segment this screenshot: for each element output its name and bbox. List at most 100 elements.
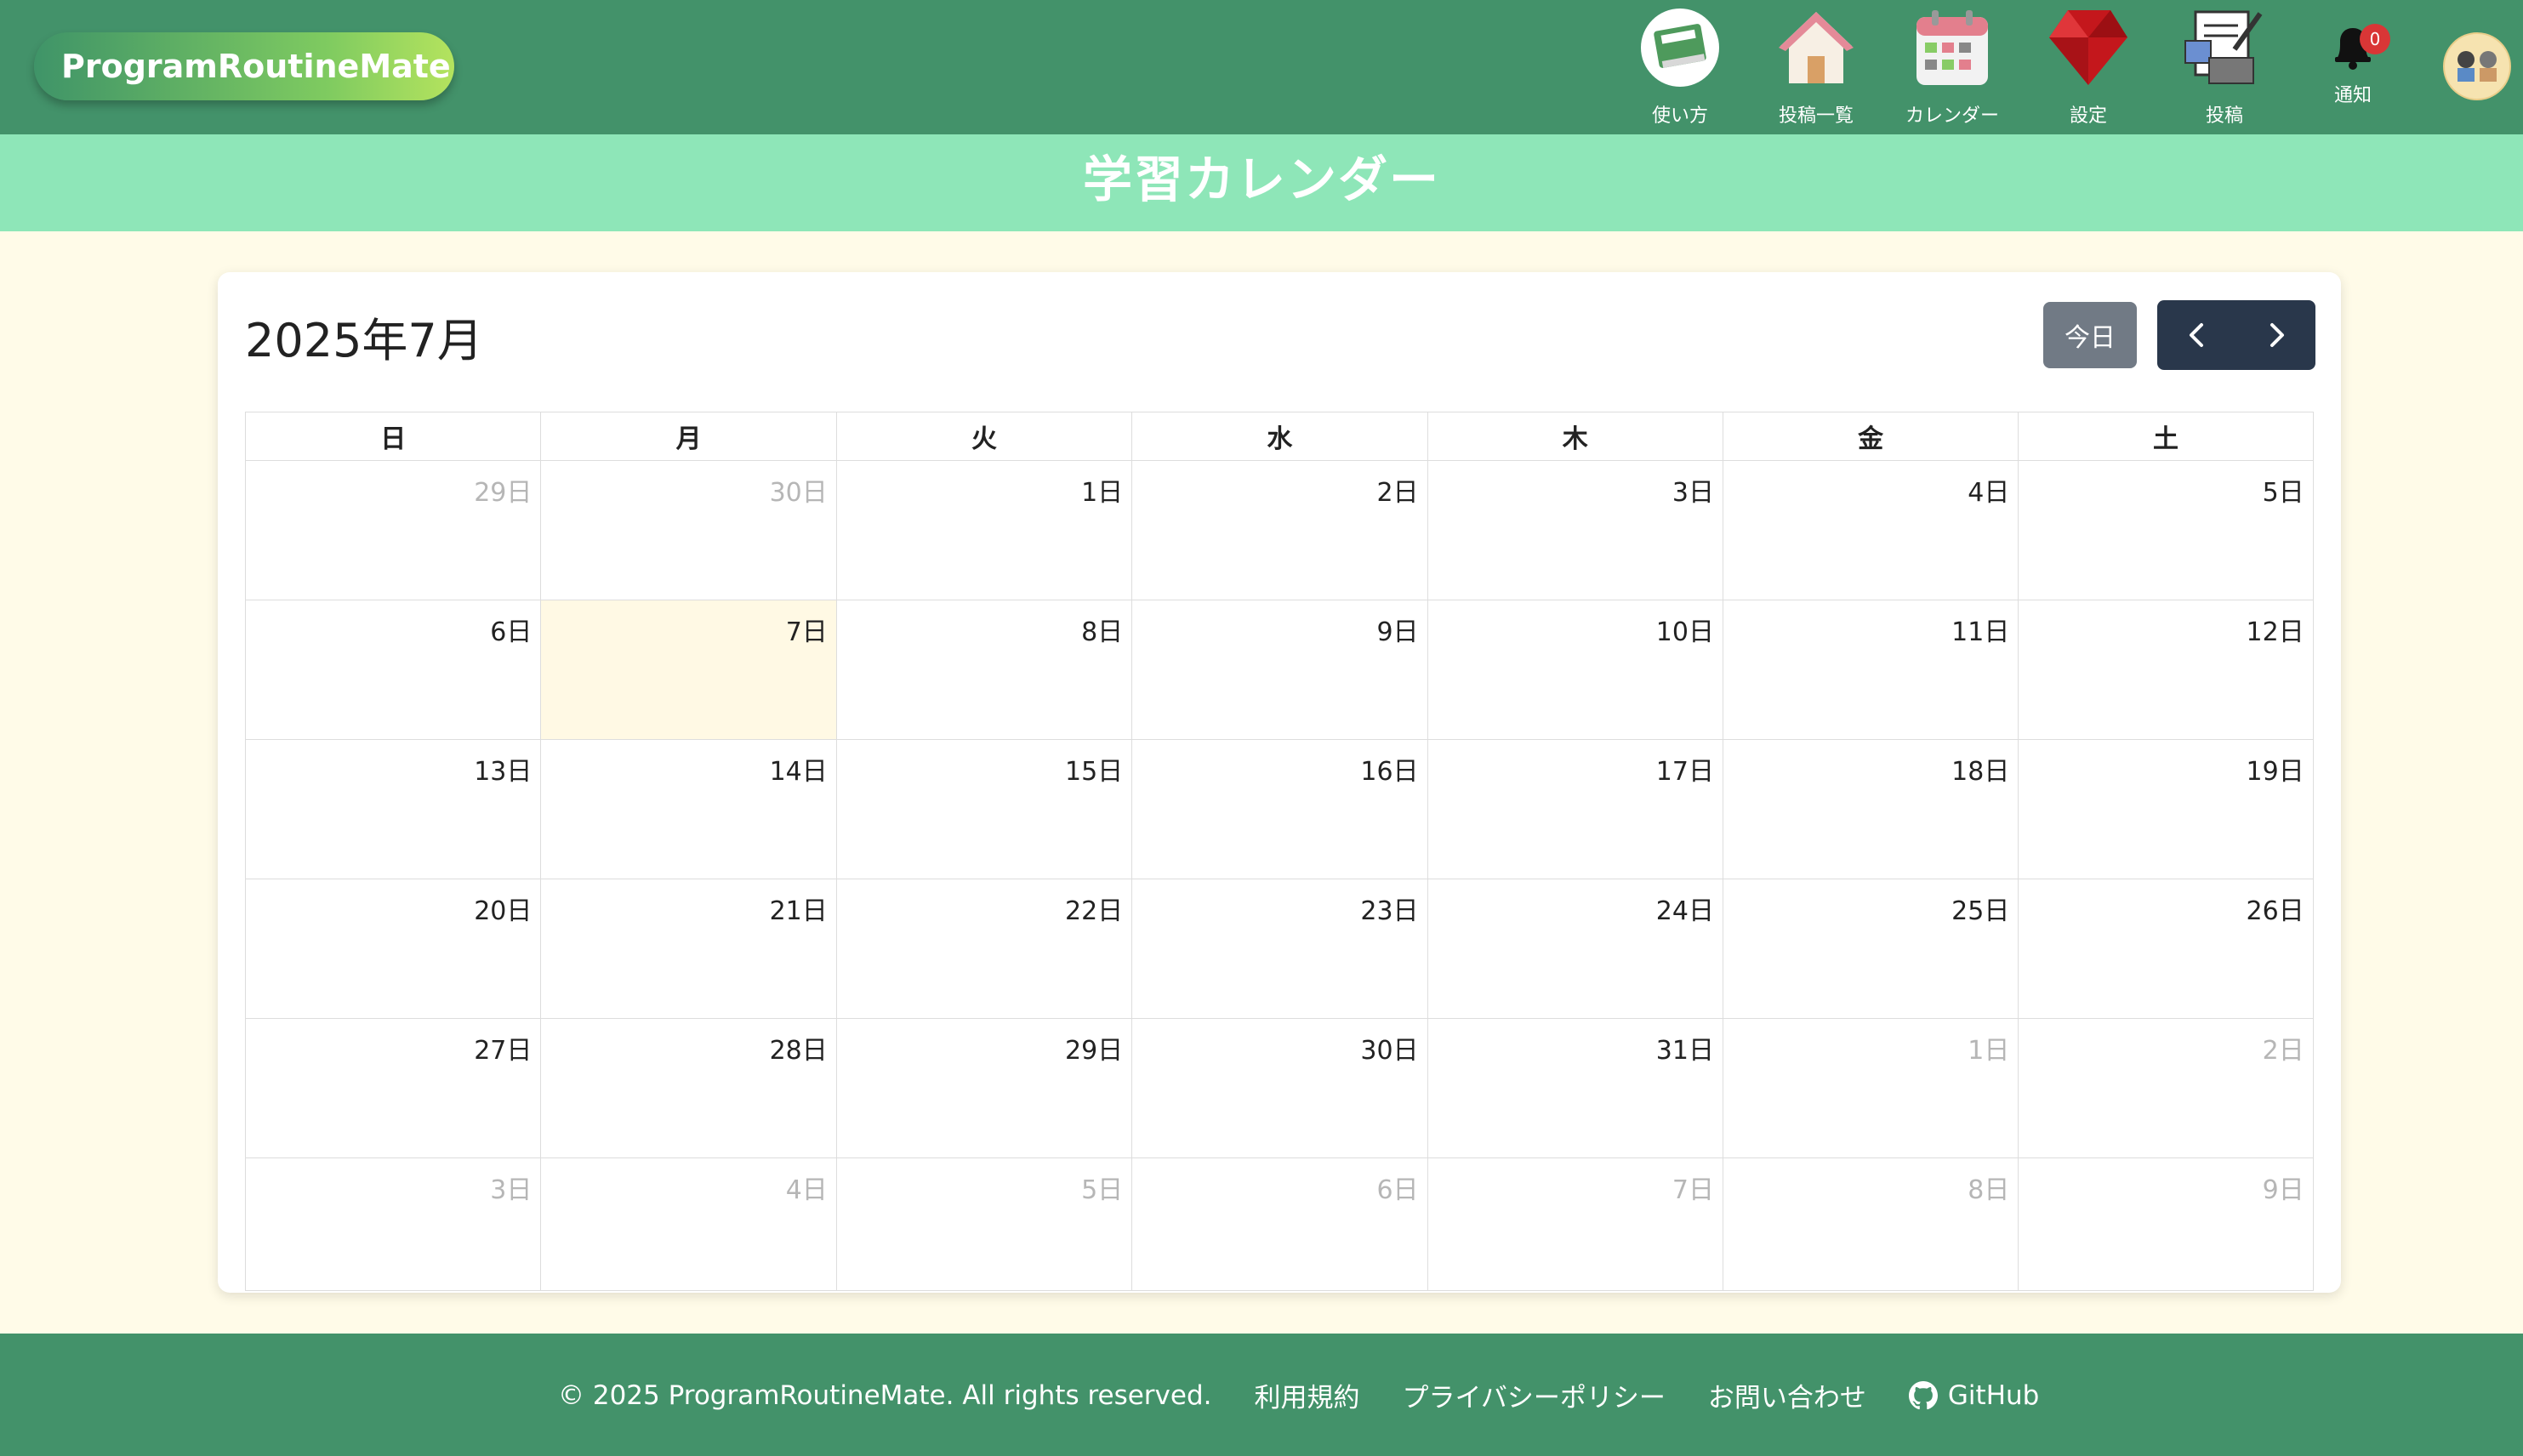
nav-calendar[interactable]: カレンダー — [1884, 7, 2020, 127]
calendar-day[interactable]: 17日 — [1427, 740, 1723, 879]
calendar-day[interactable]: 8日 — [1722, 1158, 2019, 1291]
calendar-day-number: 25日 — [1951, 896, 2010, 926]
calendar-day[interactable]: 3日 — [245, 1158, 541, 1291]
calendar-day-number: 1日 — [1968, 1036, 2010, 1066]
calendar-day[interactable]: 30日 — [1131, 1019, 1427, 1158]
calendar-week-row: 6日 7日 8日 9日 10日 11日 12日 — [245, 600, 2314, 740]
calendar-icon — [1910, 7, 1995, 88]
weekday-header: 水 — [1131, 412, 1427, 461]
calendar-day[interactable]: 3日 — [1427, 461, 1723, 600]
calendar-card: 2025年7月 今日 日 月 火 水 木 金 土 29日 30日 1日 2日 3日 4日 5… — [218, 272, 2341, 1293]
nav-settings[interactable]: 設定 — [2020, 7, 2156, 127]
calendar-day[interactable]: 21日 — [540, 879, 836, 1019]
calendar-day-number: 5日 — [1081, 1175, 1124, 1205]
footer-terms-link[interactable]: 利用規約 — [1255, 1376, 1360, 1414]
footer: © 2025 ProgramRoutineMate. All rights re… — [0, 1334, 2523, 1456]
calendar-day[interactable]: 11日 — [1722, 600, 2019, 740]
footer-privacy-link[interactable]: プライバシーポリシー — [1403, 1376, 1666, 1414]
weekday-header-row: 日 月 火 水 木 金 土 — [245, 412, 2314, 461]
calendar-day[interactable]: 30日 — [540, 461, 836, 600]
nav-posts[interactable]: 投稿一覧 — [1748, 7, 1884, 127]
write-icon — [2182, 7, 2267, 88]
calendar-day[interactable]: 9日 — [1131, 600, 1427, 740]
calendar-day-number: 2日 — [2262, 1036, 2304, 1066]
calendar-day-number: 20日 — [474, 896, 533, 926]
calendar-day-number: 30日 — [769, 478, 828, 508]
calendar-day[interactable]: 14日 — [540, 740, 836, 879]
calendar-week-row: 3日 4日 5日 6日 7日 8日 9日 — [245, 1158, 2314, 1291]
calendar-day-number: 29日 — [474, 478, 533, 508]
house-icon — [1774, 7, 1859, 88]
footer-contact-link[interactable]: お問い合わせ — [1708, 1376, 1866, 1414]
calendar-day[interactable]: 6日 — [1131, 1158, 1427, 1291]
footer-github-link[interactable]: GitHub — [1908, 1379, 2040, 1411]
calendar-day[interactable]: 9日 — [2018, 1158, 2314, 1291]
calendar-day-number: 3日 — [490, 1175, 533, 1205]
calendar-day[interactable]: 20日 — [245, 879, 541, 1019]
notifications-label: 通知 — [2333, 85, 2372, 106]
calendar-day-number: 23日 — [1360, 896, 1419, 926]
today-button[interactable]: 今日 — [2043, 302, 2137, 368]
calendar-day[interactable]: 1日 — [1722, 1019, 2019, 1158]
calendar-week-row: 20日 21日 22日 23日 24日 25日 26日 — [245, 879, 2314, 1019]
calendar-day[interactable]: 24日 — [1427, 879, 1723, 1019]
calendar-day[interactable]: 22日 — [835, 879, 1132, 1019]
calendar-day-number: 5日 — [2262, 478, 2304, 508]
nav-usage[interactable]: 使い方 — [1612, 7, 1748, 127]
nav-post[interactable]: 投稿 — [2156, 7, 2292, 127]
calendar-day[interactable]: 13日 — [245, 740, 541, 879]
prev-month-button[interactable] — [2157, 300, 2236, 370]
calendar-month-title: 2025年7月 — [245, 314, 483, 367]
calendar-day-number: 16日 — [1360, 757, 1419, 787]
calendar-day[interactable]: 8日 — [835, 600, 1132, 740]
calendar-day-today[interactable]: 7日 — [540, 600, 836, 740]
calendar-day[interactable]: 4日 — [1722, 461, 2019, 600]
calendar-weeks: 29日 30日 1日 2日 3日 4日 5日 6日 7日 8日 9日 10日 11日 12日 13日 14日 1… — [245, 461, 2314, 1291]
calendar-day-number: 18日 — [1951, 757, 2010, 787]
app-logo[interactable]: ProgramRoutineMate — [34, 32, 454, 100]
calendar-day[interactable]: 18日 — [1722, 740, 2019, 879]
calendar-day-number: 9日 — [1376, 617, 1419, 647]
calendar-day[interactable]: 27日 — [245, 1019, 541, 1158]
calendar-day-number: 4日 — [785, 1175, 828, 1205]
calendar-day[interactable]: 5日 — [835, 1158, 1132, 1291]
calendar-day[interactable]: 25日 — [1722, 879, 2019, 1019]
chevron-right-icon — [2270, 323, 2284, 347]
calendar-day[interactable]: 1日 — [835, 461, 1132, 600]
calendar-day[interactable]: 29日 — [245, 461, 541, 600]
calendar-day[interactable]: 7日 — [1427, 1158, 1723, 1291]
calendar-day[interactable]: 23日 — [1131, 879, 1427, 1019]
calendar-day[interactable]: 10日 — [1427, 600, 1723, 740]
calendar-day-number: 8日 — [1968, 1175, 2010, 1205]
next-month-button[interactable] — [2236, 300, 2315, 370]
calendar-day[interactable]: 12日 — [2018, 600, 2314, 740]
calendar-day[interactable]: 28日 — [540, 1019, 836, 1158]
calendar-day[interactable]: 29日 — [835, 1019, 1132, 1158]
calendar-day-number: 6日 — [490, 617, 533, 647]
calendar-day-number: 21日 — [769, 896, 828, 926]
calendar-day-number: 17日 — [1655, 757, 1714, 787]
calendar-day-number: 1日 — [1081, 478, 1124, 508]
weekday-header: 木 — [1427, 412, 1723, 461]
calendar-day[interactable]: 19日 — [2018, 740, 2314, 879]
book-icon — [1637, 7, 1723, 88]
calendar-day[interactable]: 4日 — [540, 1158, 836, 1291]
calendar-day[interactable]: 5日 — [2018, 461, 2314, 600]
calendar-day[interactable]: 2日 — [2018, 1019, 2314, 1158]
calendar-day[interactable]: 6日 — [245, 600, 541, 740]
calendar-day-number: 19日 — [2246, 757, 2304, 787]
weekday-header: 月 — [540, 412, 836, 461]
nav-usage-label: 使い方 — [1651, 105, 1708, 127]
calendar-day-number: 7日 — [785, 617, 828, 647]
weekday-header: 日 — [245, 412, 541, 461]
calendar-day[interactable]: 15日 — [835, 740, 1132, 879]
avatar[interactable] — [2443, 32, 2511, 100]
calendar-day[interactable]: 31日 — [1427, 1019, 1723, 1158]
calendar-day[interactable]: 26日 — [2018, 879, 2314, 1019]
calendar-day-number: 6日 — [1376, 1175, 1419, 1205]
footer-github-label: GitHub — [1947, 1379, 2040, 1411]
calendar-day[interactable]: 16日 — [1131, 740, 1427, 879]
calendar-day-number: 7日 — [1672, 1175, 1714, 1205]
calendar-day[interactable]: 2日 — [1131, 461, 1427, 600]
notifications[interactable]: 0 通知 — [2310, 17, 2395, 119]
